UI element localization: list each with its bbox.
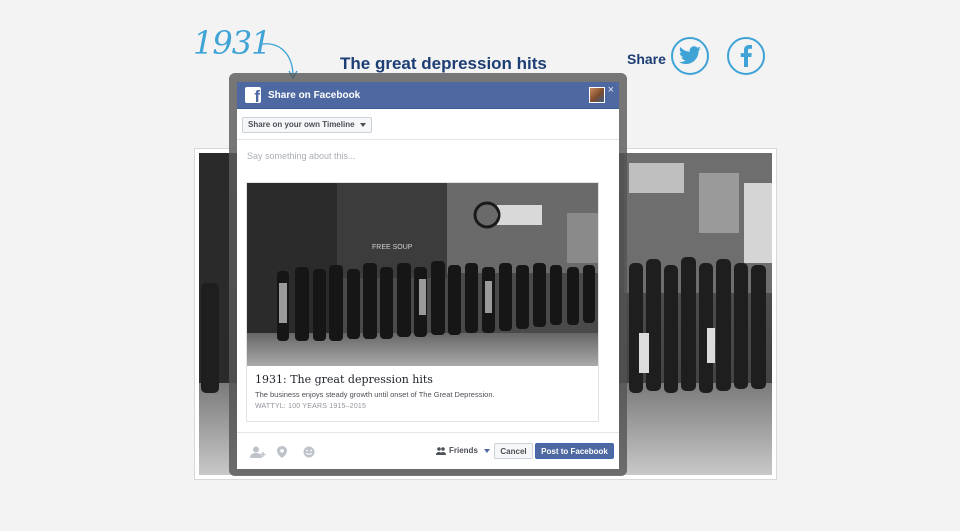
- caret-down-icon: [483, 448, 490, 453]
- audience-label: Friends: [449, 446, 478, 455]
- event-title: The great depression hits: [340, 54, 547, 73]
- dialog-header: f Share on Facebook ×: [237, 82, 619, 109]
- feeling-smiley-icon[interactable]: [303, 446, 315, 458]
- photo-sign-text: FREE SOUP: [372, 244, 413, 251]
- preview-source: WATTYL: 100 YEARS 1915–2015: [255, 403, 367, 410]
- preview-photo: FREE SOUP: [247, 183, 598, 366]
- dialog-title: Share on Facebook: [268, 89, 361, 101]
- location-pin-icon[interactable]: [277, 446, 287, 458]
- dialog-footer: Friends Cancel Post to Facebook: [237, 432, 619, 469]
- share-dialog: f Share on Facebook × Share on your own …: [237, 82, 619, 469]
- friends-icon: [436, 446, 446, 455]
- avatar: [589, 87, 605, 103]
- tag-friends-icon[interactable]: [250, 446, 266, 458]
- post-to-facebook-button[interactable]: Post to Facebook: [535, 443, 614, 459]
- timeline-dropdown-label: Share on your own Timeline: [248, 120, 355, 129]
- facebook-f-icon: [740, 45, 752, 67]
- facebook-share-button[interactable]: [727, 37, 765, 75]
- status-input[interactable]: [247, 149, 602, 163]
- facebook-logo-icon: f: [245, 87, 261, 103]
- share-label: Share: [627, 51, 666, 67]
- caret-down-icon: [359, 122, 366, 127]
- link-preview-card[interactable]: FREE SOUP 1931: The great depression hit…: [246, 182, 599, 422]
- preview-title: 1931: The great depression hits: [255, 373, 433, 386]
- preview-description: The business enjoys steady growth until …: [255, 390, 495, 399]
- share-dialog-frame: f Share on Facebook × Share on your own …: [229, 73, 627, 476]
- timeline-dropdown[interactable]: Share on your own Timeline: [242, 116, 372, 133]
- timeline-row: Share on your own Timeline: [237, 109, 619, 140]
- close-icon[interactable]: ×: [608, 84, 614, 96]
- audience-selector[interactable]: Friends: [436, 446, 490, 455]
- cancel-button[interactable]: Cancel: [494, 443, 533, 459]
- twitter-bird-icon: [678, 46, 701, 64]
- twitter-share-button[interactable]: [671, 37, 709, 75]
